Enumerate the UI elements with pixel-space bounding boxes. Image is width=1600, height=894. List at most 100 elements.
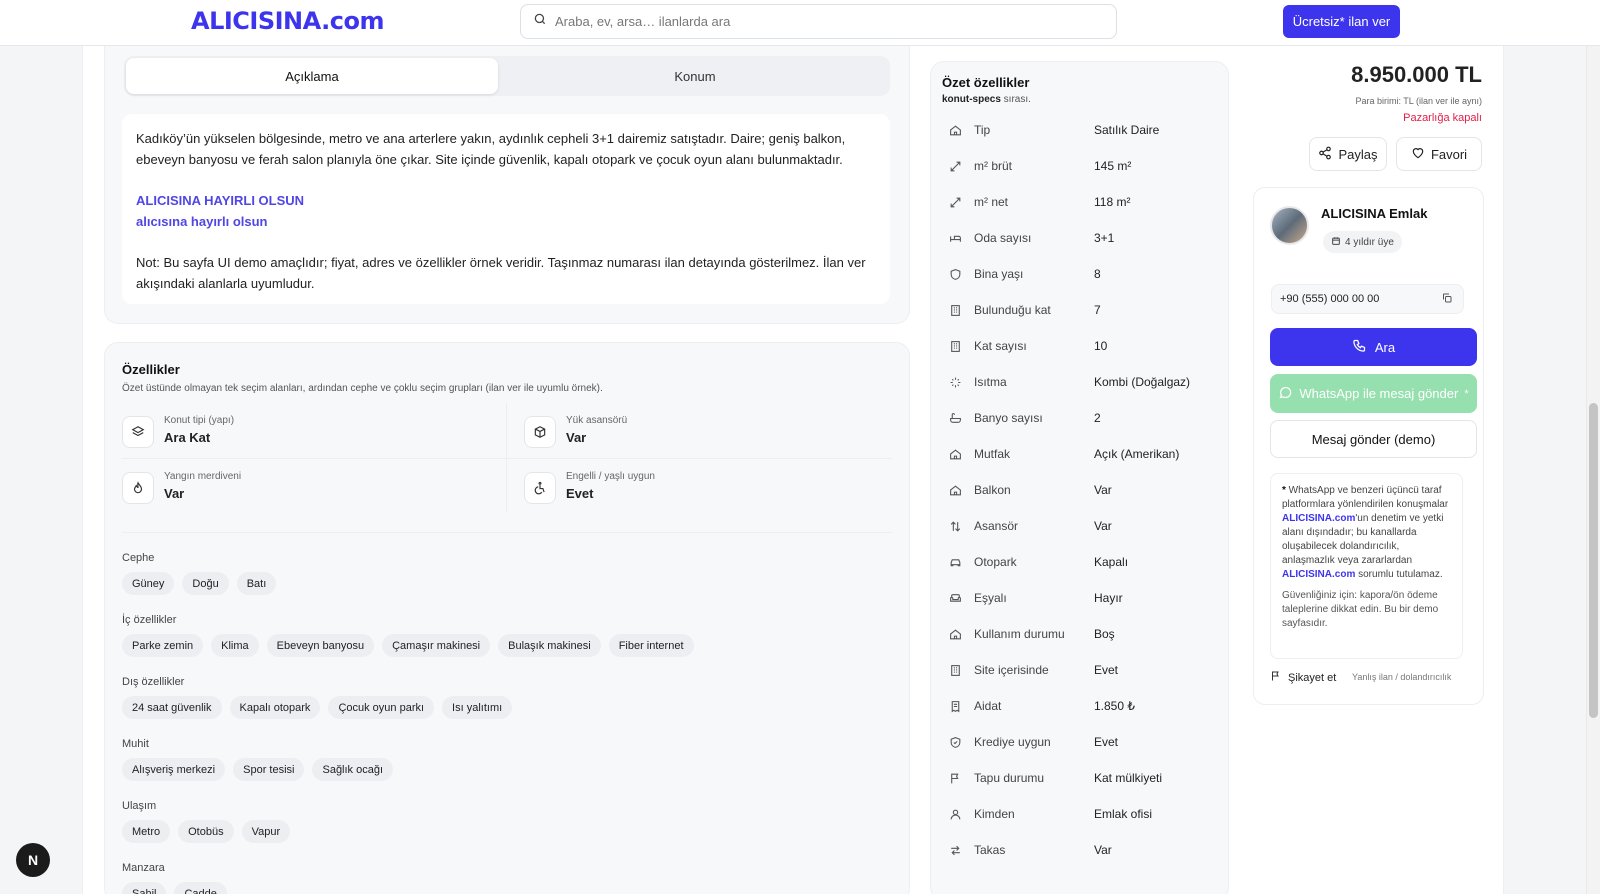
- seller-name[interactable]: ALICISINA Emlak: [1321, 206, 1427, 221]
- report-subtext: Yanlış ilan / dolandırıcılık: [1352, 672, 1452, 682]
- note-brand-1[interactable]: ALICISINA.com: [1282, 513, 1355, 524]
- floating-n-button[interactable]: N: [16, 843, 50, 877]
- spec-row: Banyo sayısı 2: [948, 400, 1228, 436]
- spec-label: Isıtma: [974, 375, 1007, 389]
- top-header: ALICISINA.com Ücretsiz* ilan ver: [0, 0, 1600, 46]
- expand-icon: [948, 159, 962, 173]
- spec-row: m² brüt 145 m²: [948, 148, 1228, 184]
- spec-label: Krediye uygun: [974, 735, 1051, 749]
- spec-value: Satılık Daire: [1094, 123, 1160, 137]
- scrollbar-thumb[interactable]: [1589, 403, 1598, 718]
- chip: Ebeveyn banyosu: [266, 634, 375, 657]
- feature-label: Yük asansörü: [566, 415, 628, 426]
- sparkle-icon: [948, 375, 962, 389]
- spec-row: Kat sayısı 10: [948, 328, 1228, 364]
- chips-exterior: 24 saat güvenlik Kapalı otopark Çocuk oy…: [122, 696, 513, 719]
- description-paragraph: Kadıköy’ün yükselen bölgesinde, metro ve…: [136, 131, 846, 167]
- feature-item: Yük asansörü Var: [524, 414, 627, 448]
- call-button[interactable]: Ara: [1270, 328, 1477, 366]
- description-accent-lower: alıcısına hayırlı olsun: [136, 214, 268, 229]
- spec-row: m² net 118 m²: [948, 184, 1228, 220]
- flag-icon: [1270, 670, 1282, 685]
- summary-subtitle-rest: sırası.: [1000, 94, 1031, 105]
- spec-row: Tapu durumu Kat mülkiyeti: [948, 760, 1228, 796]
- home-icon: [948, 627, 962, 641]
- chips-transport: Metro Otobüs Vapur: [122, 820, 291, 843]
- spec-row: Takas Var: [948, 832, 1228, 868]
- chip: Parke zemin: [122, 634, 204, 657]
- building-icon: [948, 303, 962, 317]
- accessibility-icon: [524, 472, 556, 504]
- chip: Kapalı otopark: [229, 696, 321, 719]
- note-brand-2[interactable]: ALICISINA.com: [1282, 569, 1355, 580]
- chip: Metro: [122, 820, 171, 843]
- search-box[interactable]: [520, 4, 1117, 39]
- group-label-view: Manzara: [122, 862, 165, 874]
- user-icon: [948, 807, 962, 821]
- spec-label: Banyo sayısı: [974, 411, 1043, 425]
- features-divider-horizontal: [122, 458, 892, 459]
- chip: Çamaşır makinesi: [382, 634, 491, 657]
- whatsapp-button[interactable]: WhatsApp ile mesaj gönder *: [1270, 374, 1477, 413]
- chip: Otobüs: [178, 820, 234, 843]
- spec-row: Otopark Kapalı: [948, 544, 1228, 580]
- tab-location[interactable]: Konum: [504, 58, 886, 94]
- spec-label: Asansör: [974, 519, 1019, 533]
- spec-value: Evet: [1094, 663, 1119, 677]
- search-icon: [533, 12, 547, 31]
- share-icon: [1318, 146, 1332, 163]
- spec-value: Emlak ofisi: [1094, 807, 1153, 821]
- share-label: Paylaş: [1338, 146, 1378, 162]
- spec-value: Açık (Amerikan): [1094, 447, 1180, 461]
- car-icon: [948, 555, 962, 569]
- report-button[interactable]: Şikayet et: [1270, 670, 1336, 685]
- building-icon: [948, 663, 962, 677]
- summary-subtitle-code: konut-specs: [942, 94, 1001, 105]
- negotiable-status: Pazarlığa kapalı: [1403, 112, 1482, 124]
- receipt-icon: [948, 699, 962, 713]
- spec-label: m² brüt: [974, 159, 1013, 173]
- chips-facade: Güney Doğu Batı: [122, 572, 277, 595]
- whatsapp-asterisk: *: [1464, 387, 1469, 400]
- box-icon: [524, 416, 556, 448]
- share-button[interactable]: Paylaş: [1309, 137, 1387, 171]
- copy-icon[interactable]: [1441, 292, 1453, 307]
- spec-value: Evet: [1094, 735, 1119, 749]
- favorite-button[interactable]: Favori: [1396, 137, 1482, 171]
- spec-value: Var: [1094, 483, 1112, 497]
- spec-value: 7: [1094, 303, 1101, 317]
- spec-value: 1.850 ₺: [1094, 699, 1135, 713]
- search-input[interactable]: [555, 14, 1116, 29]
- spec-label: Eşyalı: [974, 591, 1007, 605]
- site-logo[interactable]: ALICISINA.com: [191, 6, 385, 36]
- tab-description[interactable]: Açıklama: [126, 58, 498, 94]
- feature-item: Engelli / yaşlı uygun Evet: [524, 470, 655, 504]
- spec-label: Otopark: [974, 555, 1017, 569]
- group-label-interior: İç özellikler: [122, 614, 177, 626]
- spec-value: 145 m²: [1094, 159, 1132, 173]
- price-amount: 8.950.000 TL: [1351, 62, 1482, 87]
- security-note: Güvenliğiniz için: kapora/ön ödeme talep…: [1282, 590, 1439, 629]
- expand-icon: [948, 195, 962, 209]
- shield-check-icon: [948, 735, 962, 749]
- chip: Bulaşık makinesi: [498, 634, 601, 657]
- page-scrollbar[interactable]: [1586, 46, 1600, 894]
- chip: Cadde: [174, 882, 227, 894]
- currency-note: Para birimi: TL (ilan ver ile aynı): [1355, 96, 1482, 106]
- spec-value: 2: [1094, 411, 1101, 425]
- home-icon: [948, 123, 962, 137]
- spec-label: Bina yaşı: [974, 267, 1024, 281]
- member-since: 4 yıldır üye: [1345, 236, 1394, 248]
- summary-subtitle: konut-specs sırası.: [942, 94, 1031, 105]
- spec-row: Oda sayısı 3+1: [948, 220, 1228, 256]
- phone-icon: [1352, 338, 1367, 356]
- spec-row: Asansör Var: [948, 508, 1228, 544]
- spec-label: Oda sayısı: [974, 231, 1032, 245]
- feature-label: Konut tipi (yapı): [164, 415, 235, 426]
- post-ad-button[interactable]: Ücretsiz* ilan ver: [1283, 5, 1400, 38]
- chip: 24 saat güvenlik: [122, 696, 222, 719]
- chip: Spor tesisi: [233, 758, 305, 781]
- spec-row: Isıtma Kombi (Doğalgaz): [948, 364, 1228, 400]
- spec-value: Var: [1094, 519, 1112, 533]
- message-button[interactable]: Mesaj gönder (demo): [1270, 420, 1477, 458]
